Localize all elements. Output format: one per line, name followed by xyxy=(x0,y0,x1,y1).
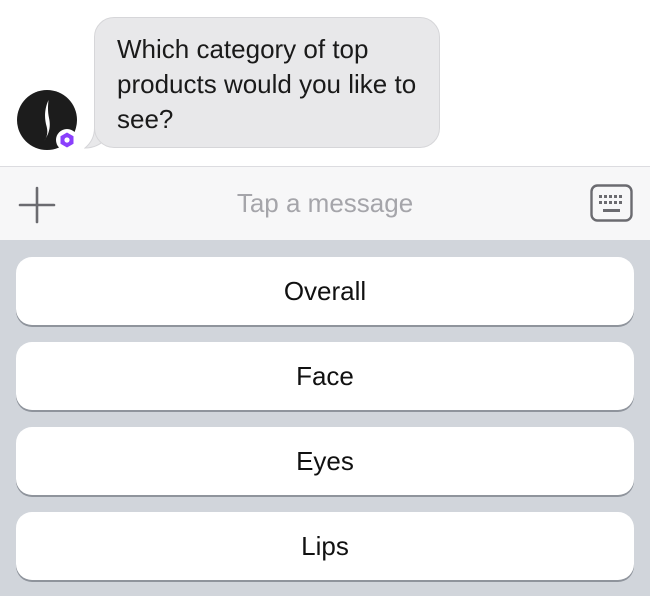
message-composer xyxy=(0,166,650,240)
quick-reply-label: Eyes xyxy=(296,445,354,476)
add-attachment-button[interactable] xyxy=(18,186,56,224)
quick-reply-face-button[interactable]: Face xyxy=(16,342,634,410)
quick-reply-eyes-button[interactable]: Eyes xyxy=(16,427,634,495)
quick-reply-lips-button[interactable]: Lips xyxy=(16,512,634,580)
quick-replies-panel: Overall Face Eyes Lips xyxy=(0,240,650,596)
bot-message-bubble: Which category of top products would you… xyxy=(94,17,440,148)
keyboard-toggle-button[interactable] xyxy=(590,184,633,222)
quick-reply-label: Face xyxy=(296,360,354,391)
bot-message-text: Which category of top products would you… xyxy=(117,34,417,134)
keyboard-icon xyxy=(590,184,633,222)
message-input[interactable] xyxy=(90,181,560,225)
verified-bot-badge-icon xyxy=(56,129,78,151)
quick-reply-overall-button[interactable]: Overall xyxy=(16,257,634,325)
quick-reply-label: Overall xyxy=(283,275,367,306)
quick-reply-label: Lips xyxy=(301,530,349,561)
plus-icon xyxy=(18,186,56,224)
chat-area: Which category of top products would you… xyxy=(0,0,650,166)
